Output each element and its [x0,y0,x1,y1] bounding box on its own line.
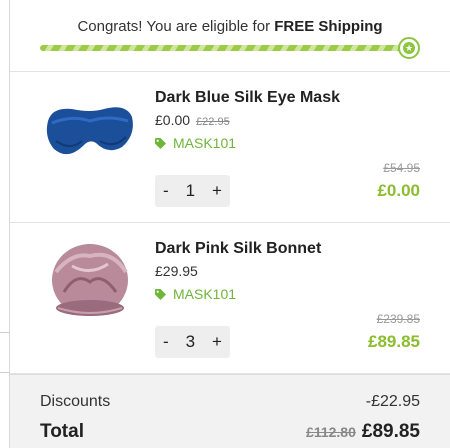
discounts-value: -£22.95 [365,393,420,410]
discount-code: MASK101 [173,286,237,302]
total-amounts: £112.80 £89.85 [306,421,420,443]
unit-price-value: £0.00 [155,112,191,128]
total-row: Total £112.80 £89.85 [40,421,420,443]
cart-drawer: Congrats! You are eligible for FREE Ship… [10,0,450,448]
line-total-price: £89.85 [368,332,420,351]
discount-code: MASK101 [173,135,237,151]
product-name[interactable]: Dark Blue Silk Eye Mask [155,89,340,107]
total-original: £112.80 [306,424,356,440]
decrease-button[interactable]: - [163,181,169,201]
total-value: £89.85 [361,421,420,442]
unit-price-value: £29.95 [155,263,198,279]
shipping-progress-bar [40,45,410,51]
bonnet-image [52,244,128,316]
quantity-value[interactable]: 1 [186,181,195,201]
increase-button[interactable]: + [212,181,222,201]
eye-mask-image [46,107,133,155]
order-summary: Discounts -£22.95 Total £112.80 £89.85 [10,374,450,448]
star-icon: ★ [398,37,420,59]
decrease-button[interactable]: - [163,332,169,352]
cart-item: Dark Blue Silk Eye Mask £0.00 £22.95 MASK… [10,73,450,223]
discounts-label: Discounts [40,393,111,410]
unit-price: £29.95 [155,263,198,279]
shipping-message-bold: FREE Shipping [274,18,383,35]
shipping-message-text: Congrats! You are eligible for [77,18,275,35]
increase-button[interactable]: + [212,332,222,352]
quantity-stepper: - 3 + [155,326,230,358]
cart-item: Dark Pink Silk Bonnet £29.95 MASK101 - 3… [10,224,450,374]
edge-divider [0,332,10,333]
product-name[interactable]: Dark Pink Silk Bonnet [155,240,321,258]
free-shipping-banner: Congrats! You are eligible for FREE Ship… [10,0,450,72]
quantity-stepper: - 1 + [155,175,230,207]
total-label: Total [40,421,84,442]
discount-tag: MASK101 [155,286,236,302]
unit-price: £0.00 £22.95 [155,112,230,128]
line-total-price: £0.00 [377,181,420,200]
free-shipping-message: Congrats! You are eligible for FREE Ship… [10,18,450,35]
unit-price-original: £22.95 [196,116,230,128]
quantity-value[interactable]: 3 [186,332,195,352]
tag-icon [155,137,166,149]
line-original-price: £54.95 [383,161,420,175]
discounts-row: Discounts -£22.95 [40,393,420,411]
tag-icon [155,288,166,300]
discount-tag: MASK101 [155,135,236,151]
edge-divider [0,372,10,373]
line-original-price: £239.85 [376,312,420,326]
page-edge [0,0,10,448]
